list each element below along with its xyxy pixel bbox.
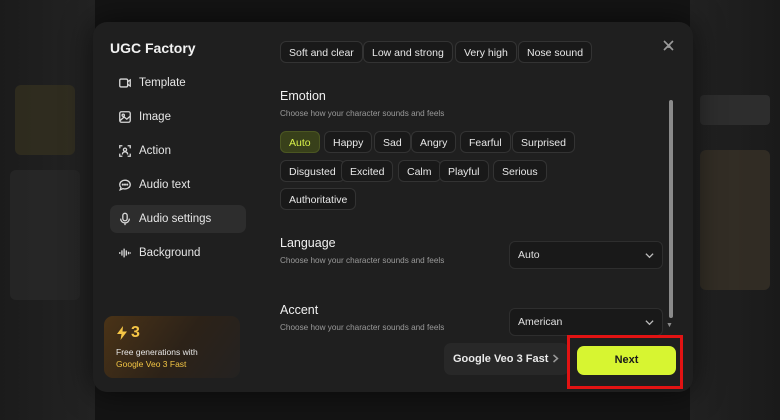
free-generations-promo[interactable]: 3 Free generations with Google Veo 3 Fas…	[104, 316, 240, 378]
voice-chip[interactable]: Low and strong	[363, 41, 453, 63]
background-thumbnail	[700, 95, 770, 125]
sidebar-item-image[interactable]: Image	[110, 103, 246, 131]
background-thumbnail	[10, 170, 80, 300]
emotion-chip[interactable]: Authoritative	[280, 188, 357, 210]
close-button[interactable]	[662, 39, 675, 52]
model-selector-label: Google Veo 3 Fast	[453, 353, 549, 365]
free-generations-count: 3	[116, 324, 140, 342]
voice-chip[interactable]: Soft and clear	[280, 41, 363, 63]
action-icon	[119, 145, 131, 157]
background-thumbnail	[700, 150, 770, 290]
sidebar-item-audio-text[interactable]: Audio text	[110, 171, 246, 199]
audio-settings-panel: Soft and clear Low and strong Very high …	[280, 22, 670, 337]
chevron-right-icon	[553, 354, 559, 363]
chat-bubble-icon	[119, 179, 131, 192]
scrollbar-down-arrow[interactable]: ▼	[666, 322, 673, 329]
sidebar-item-label: Template	[139, 77, 186, 89]
sidebar-item-template[interactable]: Template	[110, 69, 246, 97]
sidebar-item-action[interactable]: Action	[110, 137, 246, 165]
language-title: Language	[280, 236, 336, 250]
emotion-chip[interactable]: Sad	[374, 131, 411, 153]
language-subtitle: Choose how your character sounds and fee…	[280, 256, 445, 265]
sidebar-item-audio-settings[interactable]: Audio settings	[110, 205, 246, 233]
lightning-icon	[117, 326, 127, 340]
emotion-subtitle: Choose how your character sounds and fee…	[280, 109, 445, 118]
sidebar-item-label: Audio text	[139, 179, 191, 191]
template-icon	[119, 78, 131, 88]
image-icon	[119, 111, 131, 123]
accent-select-value: American	[518, 316, 563, 328]
promo-model-name: Google Veo 3 Fast	[116, 359, 187, 369]
language-select-value: Auto	[518, 249, 540, 261]
close-icon	[663, 40, 674, 51]
sidebar-item-label: Background	[139, 247, 201, 259]
sidebar-item-background[interactable]: Background	[110, 239, 246, 267]
voice-chip[interactable]: Nose sound	[518, 41, 593, 63]
emotion-chip[interactable]: Happy	[324, 131, 373, 153]
accent-select[interactable]: American	[509, 308, 663, 336]
emotion-chip[interactable]: Calm	[398, 160, 441, 182]
accent-title: Accent	[280, 303, 319, 317]
emotion-chip[interactable]: Serious	[493, 160, 547, 182]
chevron-down-icon	[645, 320, 654, 326]
scrollbar-thumb[interactable]	[669, 100, 673, 318]
promo-text: Free generations with	[116, 347, 198, 357]
background-right-panel	[690, 0, 780, 420]
emotion-chip[interactable]: Fearful	[460, 131, 511, 153]
emotion-chip[interactable]: Excited	[341, 160, 394, 182]
waveform-icon	[119, 248, 131, 258]
microphone-icon	[119, 212, 131, 226]
emotion-title: Emotion	[280, 89, 326, 103]
background-left-panel	[0, 0, 95, 420]
sidebar-item-label: Audio settings	[139, 213, 212, 225]
model-selector-button[interactable]: Google Veo 3 Fast	[444, 343, 569, 375]
chevron-down-icon	[645, 253, 654, 259]
emotion-chip[interactable]: Angry	[411, 131, 457, 153]
emotion-chip[interactable]: Playful	[439, 160, 489, 182]
accent-subtitle: Choose how your character sounds and fee…	[280, 323, 445, 332]
language-select[interactable]: Auto	[509, 241, 663, 269]
emotion-chip[interactable]: Disgusted	[280, 160, 345, 182]
app-title: UGC Factory	[110, 40, 196, 56]
next-button[interactable]: Next	[577, 346, 676, 375]
emotion-chip-selected[interactable]: Auto	[280, 131, 320, 153]
background-thumbnail	[15, 85, 75, 155]
voice-chip[interactable]: Very high	[455, 41, 517, 63]
promo-count: 3	[131, 324, 140, 341]
emotion-chip[interactable]: Surprised	[512, 131, 575, 153]
sidebar-item-label: Image	[139, 111, 171, 123]
sidebar-nav: Template Image Action Audio text Audio s…	[110, 69, 246, 273]
sidebar-item-label: Action	[139, 145, 171, 157]
